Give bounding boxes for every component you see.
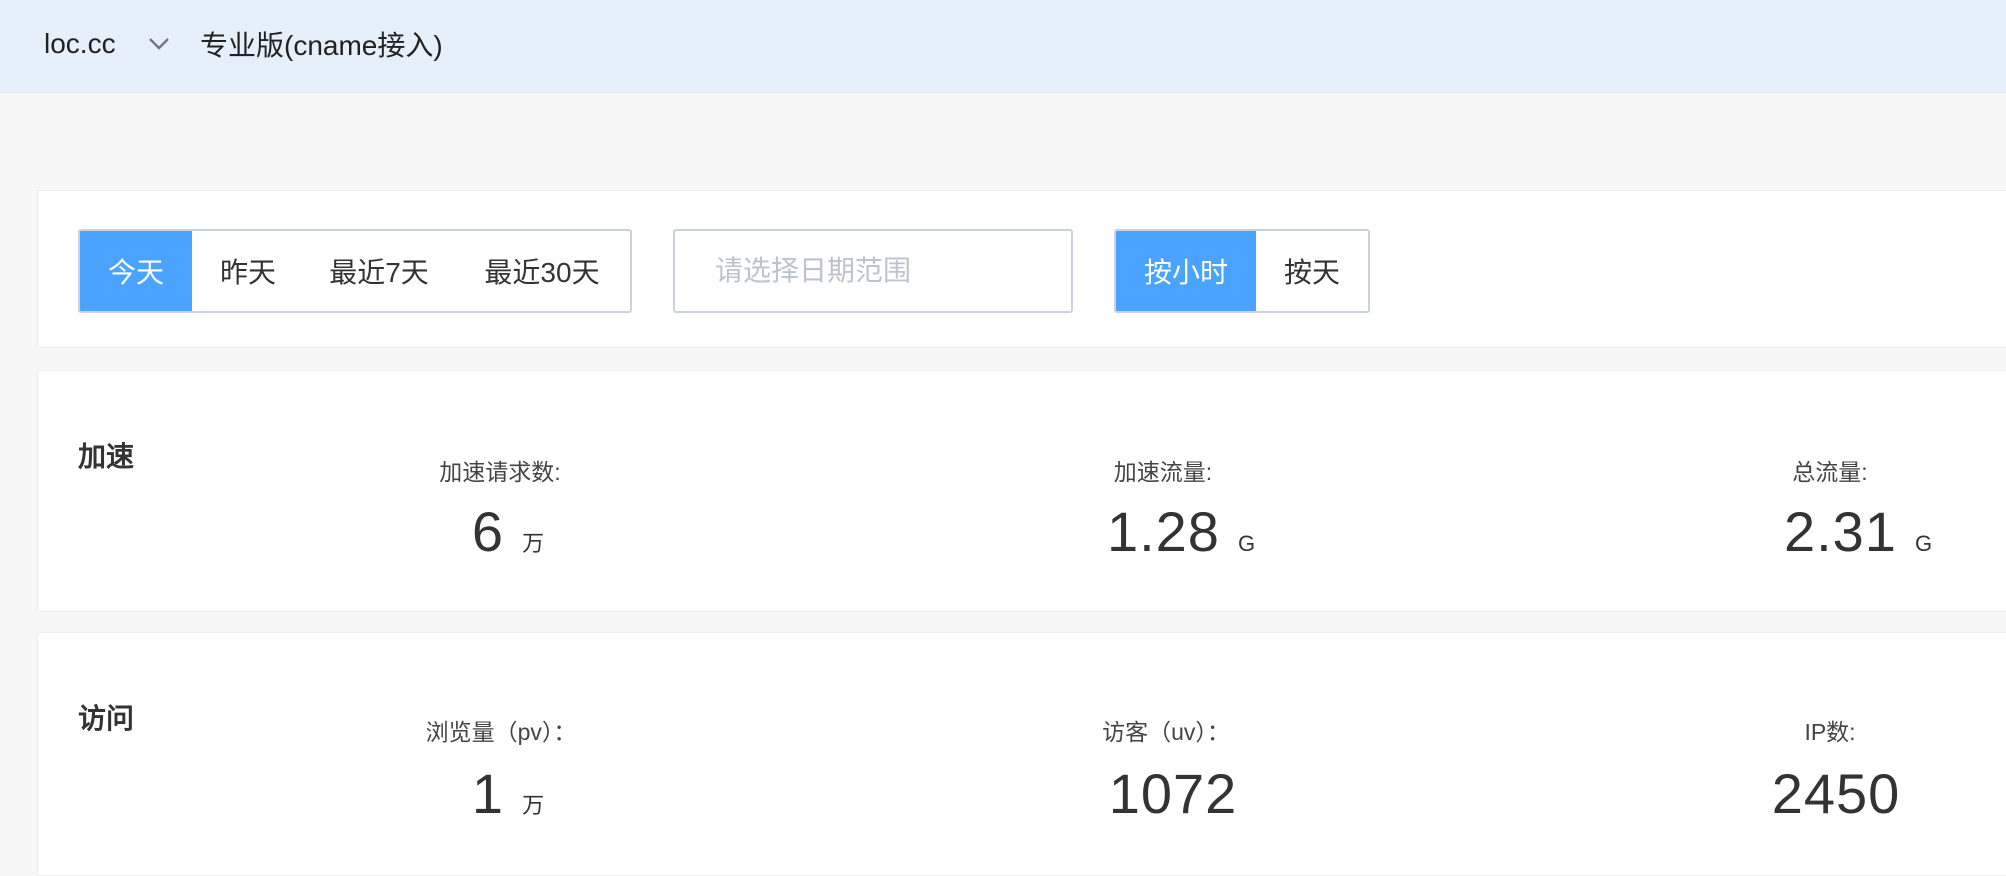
range-yesterday-button[interactable]: 昨天 <box>192 231 304 311</box>
range-today-button[interactable]: 今天 <box>80 231 192 311</box>
visits-panel: 访问 浏览量（pv）： 1 万 访客（uv）： 1072 IP数: 2450 <box>37 632 2006 876</box>
date-range-input[interactable] <box>673 229 1073 313</box>
plan-label: 专业版(cname接入) <box>200 30 443 61</box>
accel-traffic-label: 加速流量: <box>1113 459 1213 485</box>
domain-selector[interactable]: loc.cc <box>44 24 172 64</box>
pageviews-unit: 万 <box>522 793 545 818</box>
visitors-number: 1072 <box>1108 762 1238 825</box>
by-day-button[interactable]: 按天 <box>1256 231 1368 311</box>
visitors-value: 1072 <box>1109 761 1238 826</box>
accel-requests-label: 加速请求数: <box>439 459 561 485</box>
top-bar: loc.cc 专业版(cname接入) <box>0 0 2006 93</box>
range-last-7-days-button[interactable]: 最近7天 <box>304 231 454 311</box>
accel-traffic-unit: G <box>1237 531 1256 556</box>
ip-count-number: 2450 <box>1771 762 1901 825</box>
accel-traffic-value: 1.28 G <box>1107 499 1255 564</box>
filter-panel: 今天 昨天 最近7天 最近30天 按小时 按天 <box>37 190 2006 348</box>
accel-traffic-number: 1.28 <box>1106 500 1220 563</box>
acceleration-panel: 加速 加速请求数: 6 万 加速流量: 1.28 G 总流量: 2.31 G <box>37 370 2006 612</box>
ip-count-value: 2450 <box>1772 761 1901 826</box>
acceleration-title: 加速 <box>78 441 135 472</box>
pageviews-value: 1 万 <box>472 761 544 826</box>
range-last-30-days-button[interactable]: 最近30天 <box>454 231 630 311</box>
date-range-group: 今天 昨天 最近7天 最近30天 <box>78 229 632 313</box>
total-traffic-label: 总流量: <box>1792 459 1868 485</box>
visits-title: 访问 <box>78 703 135 734</box>
pageviews-number: 1 <box>471 762 505 825</box>
granularity-group: 按小时 按天 <box>1114 229 1370 313</box>
total-traffic-number: 2.31 <box>1783 500 1897 563</box>
ip-count-label: IP数: <box>1804 719 1856 745</box>
accel-requests-unit: 万 <box>522 531 545 556</box>
by-hour-button[interactable]: 按小时 <box>1116 231 1256 311</box>
domain-name: loc.cc <box>44 28 116 59</box>
chevron-down-icon[interactable] <box>148 32 172 56</box>
total-traffic-value: 2.31 G <box>1784 499 1932 564</box>
visitors-label: 访客（uv）： <box>1102 719 1230 745</box>
pageviews-label: 浏览量（pv）： <box>425 719 577 745</box>
accel-requests-number: 6 <box>471 500 505 563</box>
total-traffic-unit: G <box>1914 531 1933 556</box>
accel-requests-value: 6 万 <box>472 499 544 564</box>
